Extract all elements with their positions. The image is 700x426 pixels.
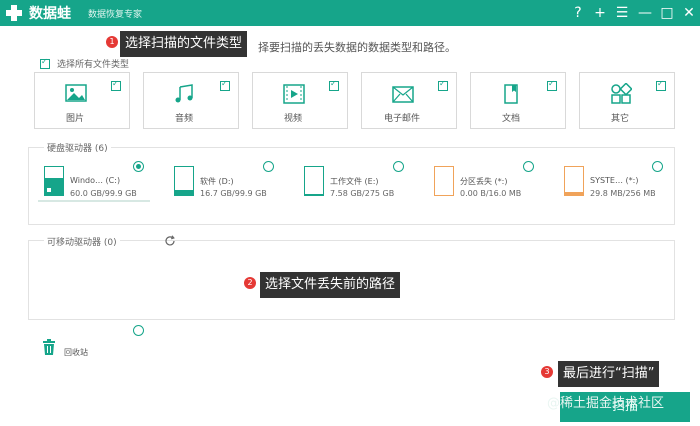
title-bar: 数据蛙 数据恢复专家 ? + ☰ — □ ✕	[0, 0, 700, 26]
type-card-email[interactable]: 电子邮件	[361, 72, 457, 129]
drive-name: SYSTE… (*:)	[590, 176, 639, 185]
type-label-documents: 文档	[501, 114, 520, 124]
type-card-audio[interactable]: 音频	[143, 72, 239, 129]
app-name: 数据蛙	[29, 6, 71, 22]
drive-d[interactable]: 软件 (D:) 16.7 GB/99.9 GB	[174, 162, 274, 202]
drive-radio-c[interactable]	[133, 161, 144, 172]
drive-name: 软件 (D:)	[200, 177, 234, 186]
minimize-icon[interactable]: —	[636, 4, 654, 22]
close-icon[interactable]: ✕	[680, 4, 698, 22]
trash-icon[interactable]	[42, 339, 56, 355]
type-checkbox-audio[interactable]	[220, 79, 230, 91]
drive-name: Windo… (C:)	[70, 176, 121, 185]
drive-icon	[174, 166, 194, 196]
type-card-other[interactable]: 其它	[579, 72, 675, 129]
app-logo: 数据蛙	[4, 3, 71, 23]
drive-size: 0.00 B/16.0 MB	[460, 189, 522, 198]
mail-icon	[392, 86, 414, 103]
drive-size: 60.0 GB/99.9 GB	[70, 189, 137, 198]
drive-radio-system[interactable]	[652, 161, 663, 172]
drive-icon	[434, 166, 454, 196]
type-label-audio: 音频	[174, 114, 193, 124]
menu-icon[interactable]: ☰	[613, 4, 631, 22]
refresh-icon[interactable]	[164, 235, 176, 247]
type-card-documents[interactable]: 文档	[470, 72, 566, 129]
select-all-label: 选择所有文件类型	[57, 60, 130, 70]
video-icon	[283, 84, 305, 104]
type-label-email: 电子邮件	[383, 114, 420, 124]
add-icon[interactable]: +	[591, 4, 609, 22]
music-icon	[175, 84, 193, 103]
type-label-other: 其它	[610, 114, 629, 124]
drive-radio-e[interactable]	[393, 161, 404, 172]
select-all-types[interactable]: 选择所有文件类型	[40, 57, 129, 70]
app-subtitle: 数据恢复专家	[88, 10, 143, 20]
type-checkbox-other[interactable]	[656, 79, 666, 91]
drive-icon	[304, 166, 324, 196]
drive-selected-underline	[38, 200, 150, 202]
drive-radio-d[interactable]	[263, 161, 274, 172]
drive-size: 16.7 GB/99.9 GB	[200, 189, 267, 198]
recycle-bin-label: 回收站	[64, 348, 88, 357]
other-icon	[611, 83, 632, 104]
drive-name: 分区丢失 (*:)	[460, 177, 508, 186]
document-icon	[504, 84, 518, 104]
type-card-video[interactable]: 视频	[252, 72, 348, 129]
drive-e[interactable]: 工作文件 (E:) 7.58 GB/275 GB	[304, 162, 404, 202]
drive-system[interactable]: SYSTE… (*:) 29.8 MB/256 MB	[564, 162, 664, 202]
callout-step-2: 选择文件丢失前的路径	[260, 272, 401, 298]
watermark-text: @稀土掘金技术社区	[547, 396, 665, 411]
step-badge-3: 3	[541, 366, 553, 378]
callout-step-3: 最后进行“扫描”	[558, 361, 660, 387]
callout-step-1: 选择扫描的文件类型	[120, 31, 248, 57]
drive-radio-lost[interactable]	[523, 161, 534, 172]
step-badge-1: 1	[106, 36, 118, 48]
drive-name: 工作文件 (E:)	[330, 177, 379, 186]
image-icon	[65, 84, 87, 102]
drive-lost-partition[interactable]: 分区丢失 (*:) 0.00 B/16.0 MB	[434, 162, 534, 202]
type-card-images[interactable]: 图片	[34, 72, 130, 129]
type-label-images: 图片	[65, 114, 84, 124]
type-checkbox-video[interactable]	[329, 79, 339, 91]
step-badge-2: 2	[244, 277, 256, 289]
type-checkbox-email[interactable]	[438, 79, 448, 91]
instruction-text: 择要扫描的丢失数据的数据类型和路径。	[258, 41, 456, 54]
help-icon[interactable]: ?	[569, 4, 587, 22]
drive-icon	[564, 166, 584, 196]
type-checkbox-images[interactable]	[111, 79, 121, 91]
plus-logo-icon	[4, 3, 24, 23]
drive-icon	[44, 166, 64, 196]
select-all-checkbox[interactable]	[40, 57, 50, 69]
removable-title: 可移动驱动器 (0)	[44, 235, 120, 248]
drive-size: 7.58 GB/275 GB	[330, 189, 395, 198]
recycle-bin-radio[interactable]	[133, 325, 144, 336]
type-checkbox-documents[interactable]	[547, 79, 557, 91]
type-label-video: 视频	[283, 114, 302, 124]
maximize-icon[interactable]: □	[658, 4, 676, 22]
hard-drive-title: 硬盘驱动器 (6)	[44, 141, 111, 154]
drive-size: 29.8 MB/256 MB	[590, 189, 656, 198]
